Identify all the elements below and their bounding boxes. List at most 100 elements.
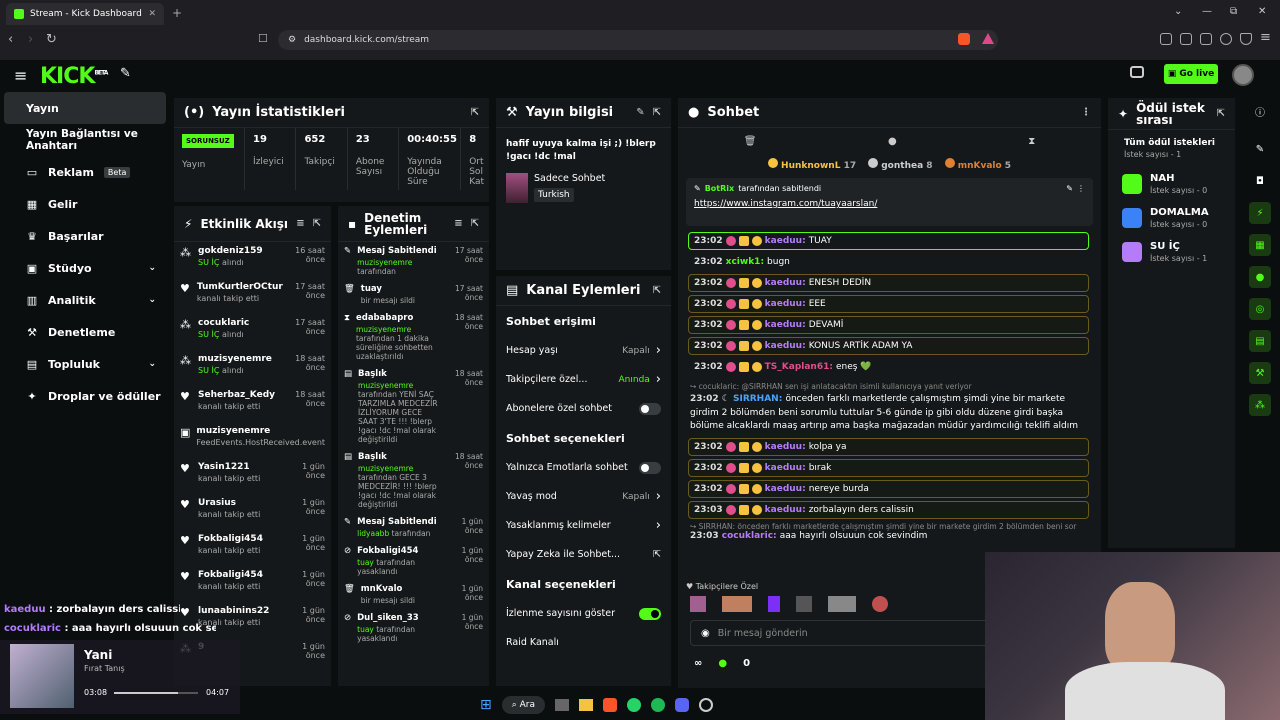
sidebar-item-community[interactable]: ▤ Topluluk ⌄ (4, 348, 166, 380)
message-username[interactable]: kaeduu: (765, 463, 806, 473)
mod-user[interactable]: muzisyenemre (358, 464, 413, 473)
pinned-link[interactable]: https://www.instagram.com/tuayaarslan/ (694, 199, 1085, 209)
close-window-button[interactable]: ✕ (1258, 6, 1266, 17)
mod-user[interactable]: muzisyenemre (358, 381, 413, 390)
reload-icon[interactable]: ↻ (46, 32, 57, 47)
message-username[interactable]: kaeduu: (765, 505, 806, 515)
popout-icon[interactable]: ⇱ (653, 285, 661, 296)
leader[interactable]: gonthea 8 (868, 157, 933, 171)
sidebar-item-analytics[interactable]: ▥ Analitik ⌄ (4, 284, 166, 316)
menu-icon[interactable]: ≡ (1260, 30, 1271, 45)
message-username[interactable]: kaeduu: (765, 442, 806, 452)
back-icon[interactable]: ‹ (8, 32, 13, 47)
popout-icon[interactable]: ⇱ (1217, 108, 1225, 119)
option-row[interactable]: Yapay Zeka ile Sohbet... ⇱ (496, 540, 671, 569)
edit-icon[interactable]: ✎ (636, 107, 644, 118)
feed-username[interactable]: lunaabinins22 (198, 606, 269, 616)
mod-user[interactable]: muzisyenemre (356, 325, 411, 334)
option-row[interactable]: Raid Kanalı (496, 628, 671, 657)
chat-bubble-icon[interactable]: ● (888, 136, 897, 147)
feed-username[interactable]: gokdeniz159 (198, 246, 263, 256)
pin-icon[interactable]: ✎ (120, 66, 131, 81)
bolt-icon[interactable]: ⚡ (1249, 202, 1271, 224)
message-username[interactable]: TS_Kaplan61: (765, 362, 833, 372)
option-row[interactable]: İzlenme sayısını göster (496, 599, 671, 628)
reward-item[interactable]: NAH İstek sayısı - 0 (1108, 167, 1235, 201)
go-live-button[interactable]: ▣ Go live (1164, 64, 1218, 84)
sidebar-item-yayin[interactable]: Yayın (4, 92, 166, 124)
option-row[interactable]: Yavaş mod Kapalı › (496, 482, 671, 511)
reward-item[interactable]: SU İÇ İstek sayısı - 1 (1108, 235, 1235, 269)
message-username[interactable]: kaeduu: (765, 278, 806, 288)
option-row[interactable]: Yasaklanmış kelimeler › (496, 511, 671, 540)
unpin-icon[interactable]: ✎ (1066, 184, 1073, 193)
mod-user[interactable]: tuay (357, 558, 374, 567)
task-view-icon[interactable] (555, 699, 570, 711)
feed-username[interactable]: muzisyenemre (198, 354, 272, 364)
brave-rewards-icon[interactable] (982, 33, 994, 44)
feed-username[interactable]: TumKurtlerOCtur (197, 282, 283, 292)
option-row[interactable]: Abonelere özel sohbet (496, 394, 671, 423)
message-username[interactable]: SIRRHAN: (733, 394, 785, 404)
feed-username[interactable]: Fokbaligi454 (198, 570, 263, 580)
minimize-button[interactable]: — (1202, 6, 1212, 17)
broadcast-icon[interactable]: ◎ (1249, 298, 1271, 320)
avatar[interactable] (1232, 64, 1254, 86)
mod-user[interactable]: lidyaabb (357, 529, 389, 538)
hamburger-icon[interactable]: ≡ (14, 66, 27, 85)
browser-tab[interactable]: Stream - Kick Dashboard ✕ (6, 3, 164, 25)
message-username[interactable]: cocuklaric: (722, 531, 780, 541)
message-username[interactable]: kaeduu: (765, 236, 806, 246)
chat-icon[interactable]: ● (1249, 266, 1271, 288)
feed-username[interactable]: Fokbaligi454 (198, 534, 263, 544)
message-username[interactable]: kaeduu: (765, 320, 806, 330)
mod-user[interactable]: tuay (357, 625, 374, 634)
obs-icon[interactable] (699, 698, 714, 712)
mod-user[interactable]: muzisyenemre (357, 258, 412, 267)
filter-icon[interactable]: ≡ (296, 218, 304, 229)
feed-username[interactable]: muzisyenemre (196, 426, 325, 436)
edit-icon[interactable]: ✎ (1249, 138, 1271, 160)
sidebar-item-revenue[interactable]: ▦ Gelir (4, 188, 166, 220)
folder-icon[interactable] (579, 699, 594, 711)
leader[interactable]: HunknownL 17 (767, 157, 856, 171)
option-row[interactable]: Hesap yaşı Kapalı › (496, 336, 671, 365)
feed-username[interactable]: Urasius (198, 498, 260, 508)
message-username[interactable]: xciwk1: (726, 257, 764, 267)
vpn-icon[interactable] (1240, 33, 1252, 45)
sidebar-toggle-icon[interactable] (1180, 33, 1192, 45)
toggle-switch[interactable] (639, 607, 661, 620)
brave-shield-icon[interactable] (958, 33, 970, 45)
more-icon[interactable]: ⋮ (1077, 184, 1085, 193)
extensions-icon[interactable] (1160, 33, 1172, 45)
all-requests-link[interactable]: Tüm ödül istekleri (1108, 130, 1235, 148)
popout-icon[interactable]: ⇱ (471, 218, 479, 229)
popout-icon[interactable]: ⇱ (653, 107, 661, 118)
camera-icon[interactable]: ◘ (1249, 170, 1271, 192)
more-icon[interactable]: ⋮ (1081, 107, 1091, 118)
windows-icon[interactable]: ⊞ (480, 697, 492, 713)
site-info-icon[interactable]: ⚙ (288, 35, 296, 45)
sidebar-item-moderation[interactable]: ⚒ Denetleme (4, 316, 166, 348)
toggle-switch[interactable] (639, 402, 661, 415)
kick-logo[interactable]: KICKBETA (40, 64, 108, 89)
channel-icon[interactable]: ▤ (1249, 330, 1271, 352)
message-username[interactable]: kaeduu: (765, 341, 806, 351)
community-icon[interactable]: ⁂ (1249, 394, 1271, 416)
new-tab-button[interactable]: + (172, 6, 182, 20)
address-bar[interactable]: ⚙ dashboard.kick.com/stream (278, 30, 998, 50)
sidebar-item-stream-key[interactable]: Yayın Bağlantısı ve Anahtarı (4, 124, 166, 156)
spotify-icon[interactable] (651, 698, 666, 712)
emoji-icon[interactable]: ◉ (701, 628, 710, 639)
feed-username[interactable]: cocuklaric (198, 318, 249, 328)
hourglass-icon[interactable]: ⧗ (1028, 136, 1035, 147)
filter-icon[interactable]: ≡ (454, 218, 462, 229)
sidebar-item-ads[interactable]: ▭ Reklam Beta (4, 156, 166, 188)
sidebar-item-studio[interactable]: ▣ Stüdyo ⌄ (4, 252, 166, 284)
info-icon[interactable]: ⓘ (1249, 100, 1271, 122)
leader[interactable]: mnKvalo 5 (944, 157, 1011, 171)
emote[interactable] (828, 596, 856, 612)
popout-icon[interactable]: ⇱ (471, 107, 479, 118)
creator-icon[interactable] (1130, 66, 1144, 78)
emote[interactable] (872, 596, 888, 612)
